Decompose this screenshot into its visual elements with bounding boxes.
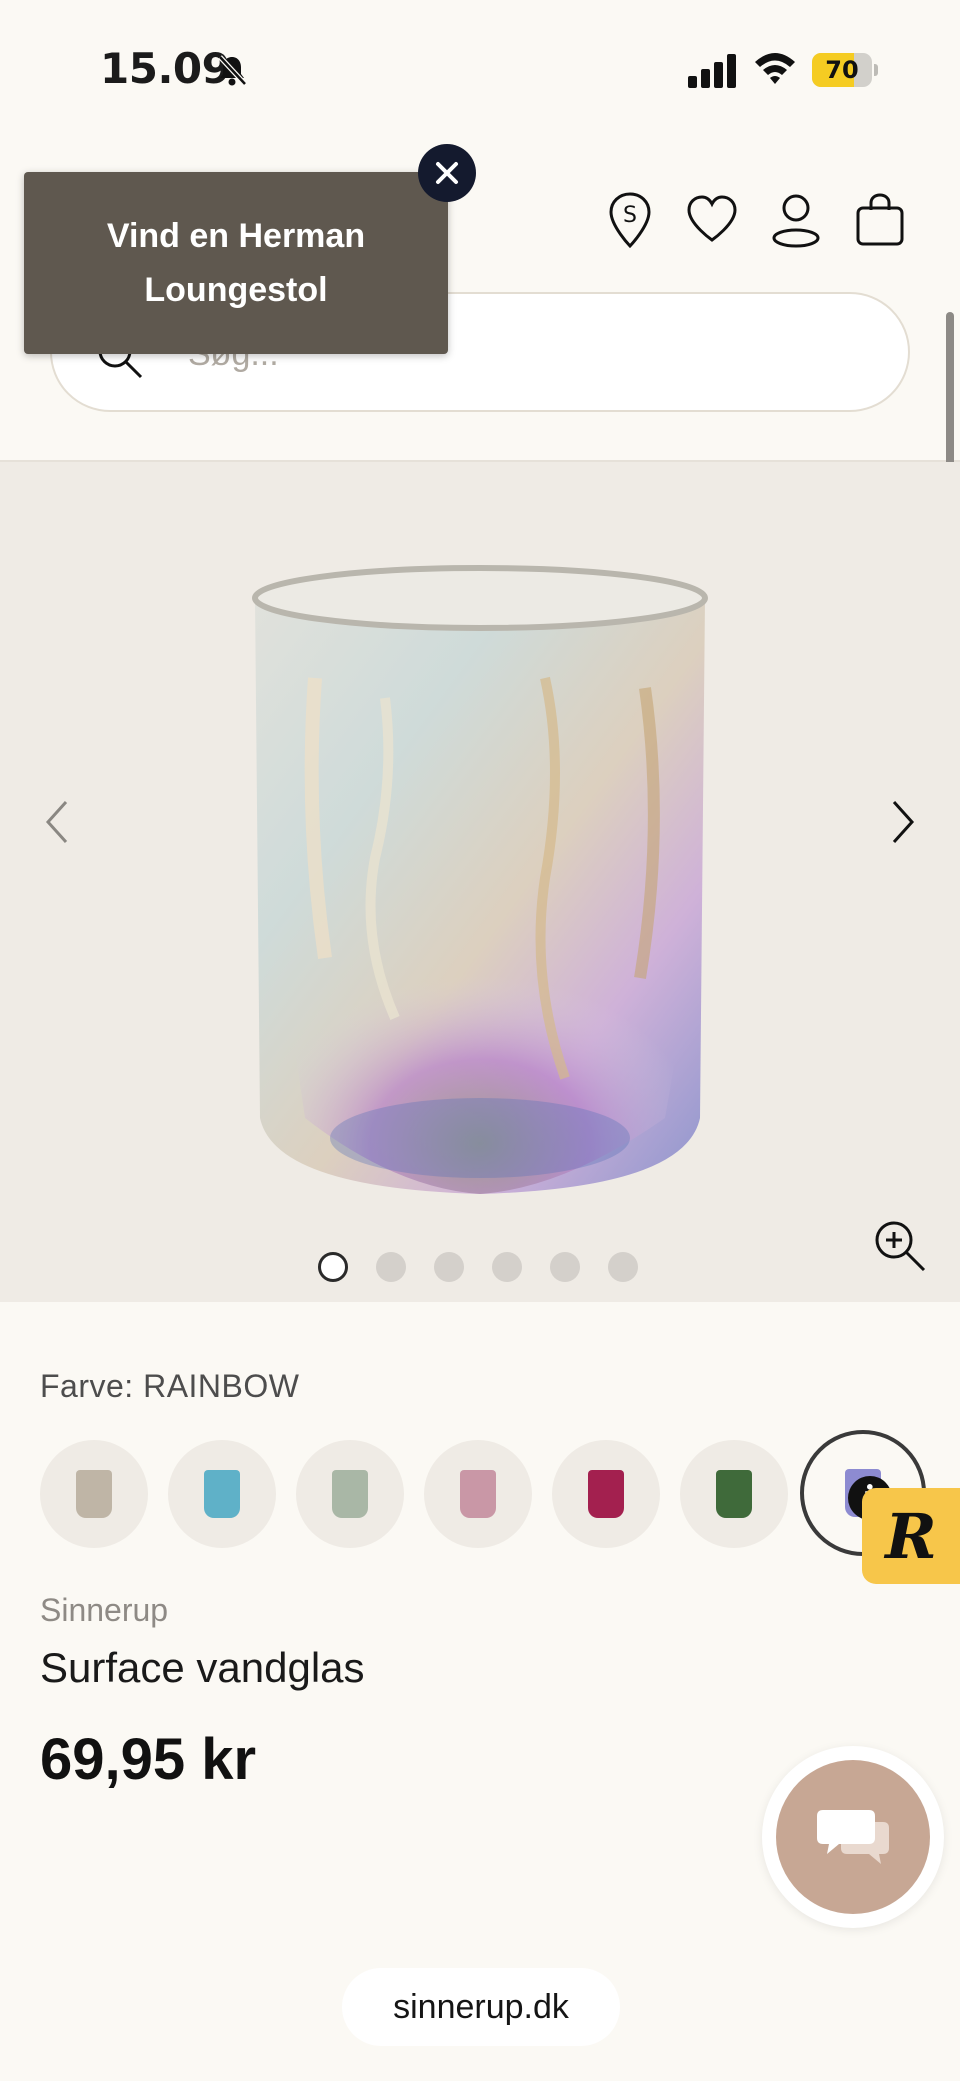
close-icon[interactable]: [418, 144, 476, 202]
gallery-dot[interactable]: [376, 1252, 406, 1282]
color-label: Farve: RAINBOW: [40, 1368, 300, 1404]
r-badge-letter: R: [885, 1499, 937, 1573]
heart-icon[interactable]: [684, 190, 740, 250]
wifi-icon: [755, 53, 795, 84]
promo-text[interactable]: Vind en Herman Loungestol: [86, 209, 386, 317]
swatch-glass-thumbnail: [76, 1470, 112, 1518]
chat-button[interactable]: [776, 1760, 930, 1914]
chevron-left-icon[interactable]: [34, 792, 84, 852]
gallery-pagination: [318, 1252, 638, 1282]
chevron-right-icon[interactable]: [876, 792, 926, 852]
product-title: Surface vandglas: [40, 1644, 365, 1691]
gallery-dot[interactable]: [608, 1252, 638, 1282]
product-image-gallery[interactable]: [0, 462, 960, 1302]
user-icon[interactable]: [768, 190, 824, 250]
product-price: 69,95 kr: [40, 1727, 257, 1792]
swatch-glass-thumbnail: [716, 1470, 752, 1518]
color-swatch-clear[interactable]: [40, 1440, 148, 1548]
swatch-glass-thumbnail: [204, 1470, 240, 1518]
bell-muted-icon: [218, 55, 247, 86]
swatch-glass-thumbnail: [460, 1470, 496, 1518]
store-locator-icon[interactable]: S: [602, 190, 658, 250]
bag-icon[interactable]: [852, 190, 908, 250]
swatch-glass-thumbnail: [588, 1470, 624, 1518]
cellular-signal-icon: [688, 54, 736, 88]
color-swatch-green-clear[interactable]: [296, 1440, 404, 1548]
promo-popup[interactable]: Vind en Herman Loungestol: [24, 172, 448, 354]
r-widget-badge[interactable]: R: [862, 1488, 960, 1584]
color-swatch-magenta[interactable]: [552, 1440, 660, 1548]
product-brand[interactable]: Sinnerup: [40, 1592, 168, 1629]
gallery-dot[interactable]: [434, 1252, 464, 1282]
gallery-dot[interactable]: [550, 1252, 580, 1282]
browser-url-bar[interactable]: sinnerup.dk: [342, 1968, 620, 2046]
color-swatches: [40, 1430, 960, 1556]
swatch-glass-thumbnail: [332, 1470, 368, 1518]
color-swatch-green[interactable]: [680, 1440, 788, 1548]
chat-bubbles-icon: [817, 1810, 889, 1864]
color-swatch-blue[interactable]: [168, 1440, 276, 1548]
gallery-dot[interactable]: [318, 1252, 348, 1282]
product-image: [252, 565, 708, 1194]
gallery-dot[interactable]: [492, 1252, 522, 1282]
battery-indicator: 70: [812, 53, 878, 87]
status-time: 15.09: [100, 44, 231, 93]
chat-widget[interactable]: [762, 1746, 944, 1928]
zoom-in-icon[interactable]: [872, 1218, 928, 1274]
svg-text:S: S: [623, 203, 637, 228]
status-bar: 15.09 70: [0, 0, 960, 120]
color-swatch-pink[interactable]: [424, 1440, 532, 1548]
battery-level: 70: [825, 56, 859, 84]
